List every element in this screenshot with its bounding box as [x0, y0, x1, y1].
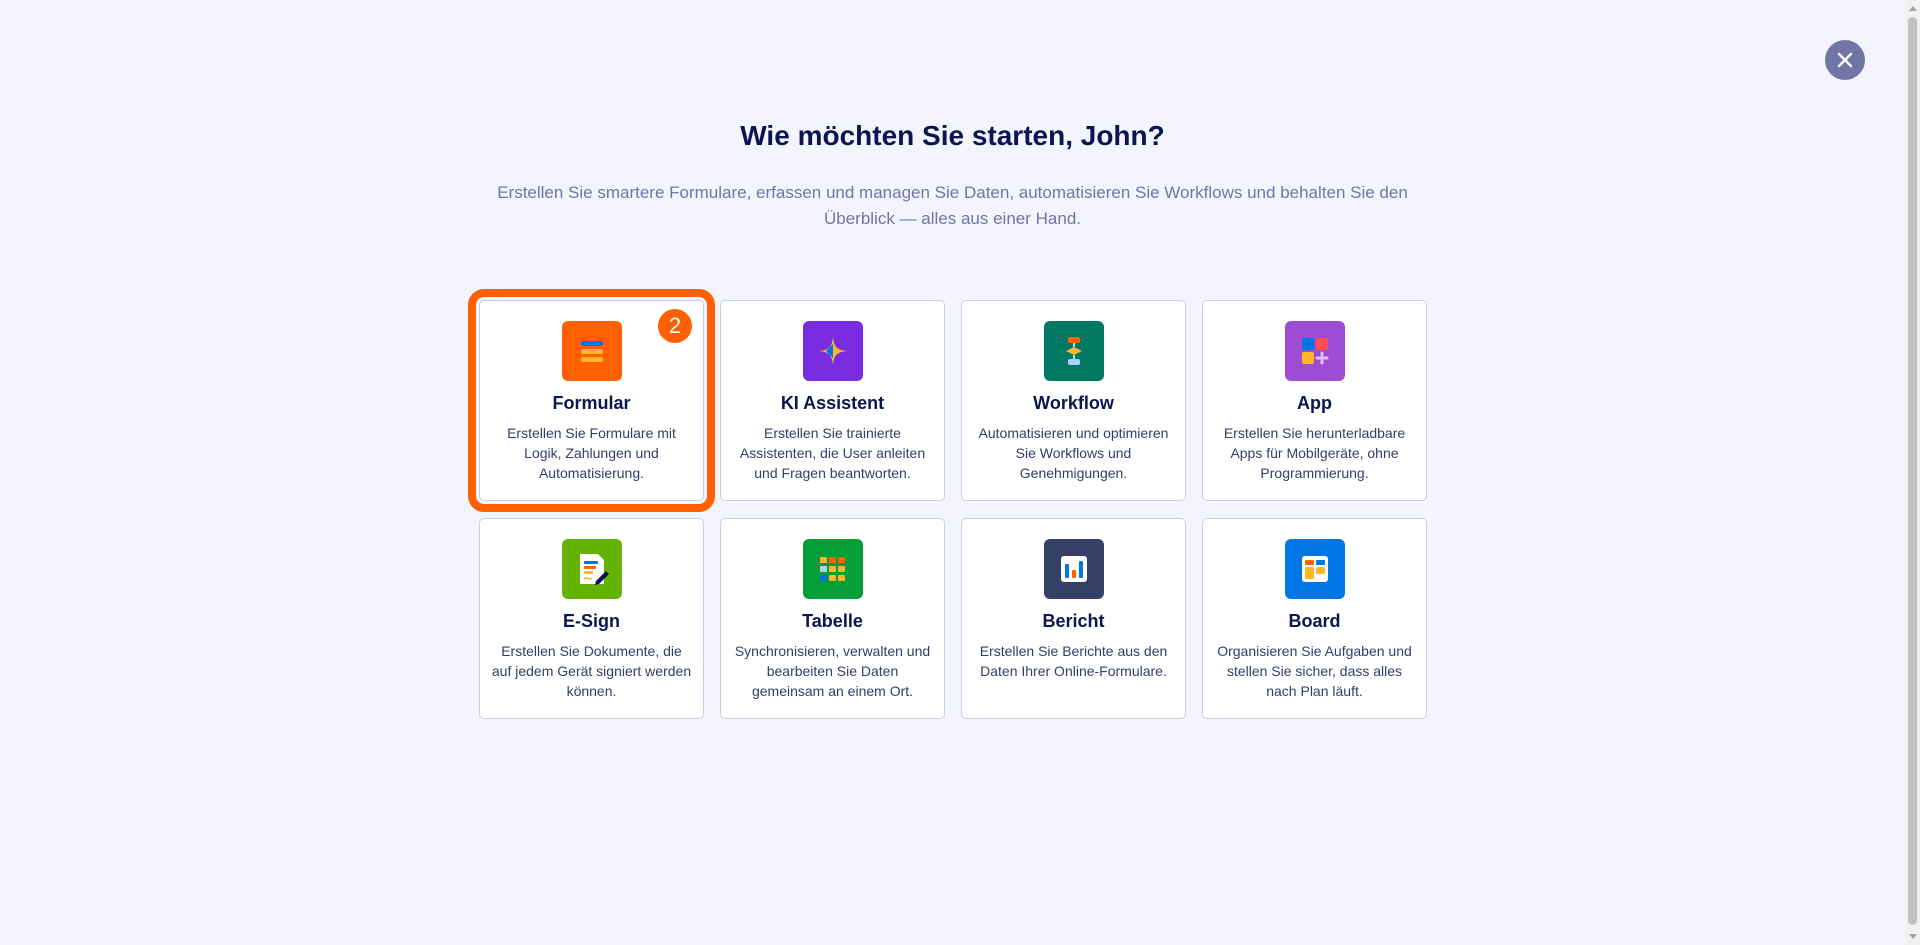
table-icon [802, 539, 863, 599]
scroll-down-icon[interactable] [1909, 934, 1917, 939]
product-grid: 2 Formular Erstellen Sie Formulare mit L… [468, 289, 1427, 719]
card-bericht[interactable]: Bericht Erstellen Sie Berichte aus den D… [961, 518, 1186, 719]
step-badge: 2 [658, 309, 692, 343]
card-formular[interactable]: 2 Formular Erstellen Sie Formulare mit L… [468, 289, 715, 512]
scroll-up-icon[interactable] [1909, 6, 1917, 11]
card-title: E-Sign [563, 611, 620, 631]
card-ki-assistent[interactable]: KI Assistent Erstellen Sie trainierte As… [720, 300, 945, 501]
create-modal: Wie möchten Sie starten, John? Erstellen… [0, 0, 1920, 945]
esign-icon [561, 539, 622, 599]
page-subtitle: Erstellen Sie smartere Formulare, erfass… [497, 183, 1408, 228]
app-icon [1284, 321, 1345, 381]
card-e-sign[interactable]: E-Sign Erstellen Sie Dokumente, die auf … [479, 518, 704, 719]
card-app[interactable]: App Erstellen Sie herunterladbare Apps f… [1202, 300, 1427, 501]
card-description: Erstellen Sie Formulare mit Logik, Zahlu… [507, 425, 676, 481]
card-description: Automatisieren und optimieren Sie Workfl… [978, 425, 1169, 481]
card-title: Tabelle [802, 611, 863, 631]
card-title: App [1297, 393, 1332, 413]
report-icon [1043, 539, 1104, 599]
card-title: Board [1288, 611, 1341, 631]
card-board[interactable]: Board Organisieren Sie Aufgaben und stel… [1202, 518, 1427, 719]
card-title: Bericht [1042, 611, 1105, 631]
vertical-scrollbar[interactable] [1905, 0, 1920, 945]
form-icon [561, 321, 622, 381]
ai-sparkle-icon [802, 321, 863, 381]
workflow-icon [1043, 321, 1104, 381]
card-description: Erstellen Sie Dokumente, die auf jedem G… [491, 643, 692, 699]
card-description: Erstellen Sie herunterladbare Apps für M… [1223, 425, 1406, 481]
page-title: Wie möchten Sie starten, John? [740, 120, 1165, 151]
card-description: Erstellen Sie trainierte Assistenten, di… [739, 425, 926, 481]
card-title: KI Assistent [780, 393, 885, 413]
scrollbar-thumb[interactable] [1908, 17, 1917, 925]
card-title: Formular [552, 393, 631, 413]
card-description: Erstellen Sie Berichte aus den Daten Ihr… [979, 643, 1168, 679]
close-icon [1837, 52, 1853, 68]
close-button[interactable] [1825, 40, 1865, 80]
card-description: Organisieren Sie Aufgaben und stellen Si… [1217, 643, 1412, 699]
card-title: Workflow [1033, 393, 1114, 413]
card-description: Synchronisieren, verwalten und bearbeite… [734, 643, 931, 699]
card-workflow[interactable]: Workflow Automatisieren und optimieren S… [961, 300, 1186, 501]
board-icon [1284, 539, 1345, 599]
card-tabelle[interactable]: Tabelle Synchronisieren, verwalten und b… [720, 518, 945, 719]
